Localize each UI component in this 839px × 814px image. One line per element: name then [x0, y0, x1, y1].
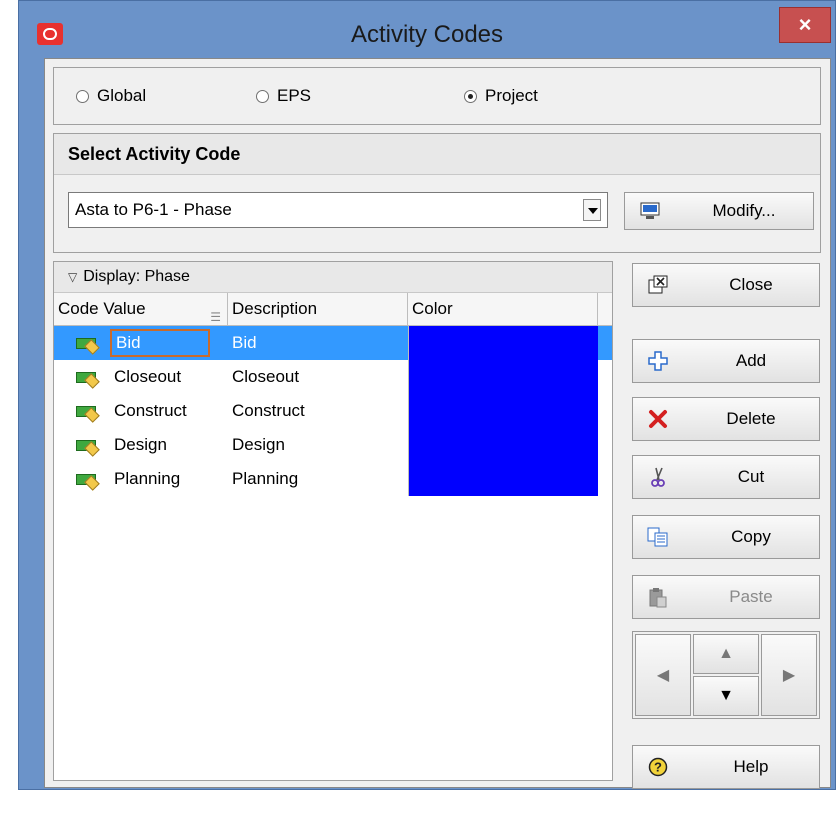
description-cell[interactable]: Bid: [228, 333, 408, 353]
table-row[interactable]: Planning Planning: [54, 462, 612, 496]
code-value-text: Design: [114, 435, 167, 454]
cut-label: Cut: [737, 467, 765, 486]
copy-icon: [647, 526, 669, 548]
title-bar: Activity Codes ×: [19, 1, 835, 48]
chevron-up-icon: ▲: [718, 645, 734, 662]
grid-group-title[interactable]: ▽ Display: Phase: [54, 262, 612, 293]
color-cell[interactable]: [408, 428, 598, 462]
table-row[interactable]: Design Design: [54, 428, 612, 462]
column-header-color[interactable]: Color: [408, 293, 598, 325]
color-cell[interactable]: [408, 360, 598, 394]
help-button[interactable]: ? Help: [632, 745, 820, 789]
paste-button[interactable]: Paste: [632, 575, 820, 619]
paste-icon: [647, 586, 669, 608]
radio-label: EPS: [277, 86, 312, 105]
help-label: Help: [733, 757, 769, 776]
grid-header: Code Value ☰ Description Color: [54, 293, 612, 326]
chevron-down-icon: ▼: [718, 687, 734, 704]
code-tag-icon: [76, 335, 100, 355]
column-header-code-value[interactable]: Code Value ☰: [54, 293, 228, 325]
help-icon: ?: [647, 756, 669, 778]
window-close-button[interactable]: ×: [779, 7, 831, 43]
code-value-cell[interactable]: Design: [54, 428, 228, 462]
code-tag-icon: [76, 437, 100, 457]
sort-icon: ☰: [210, 310, 221, 324]
delete-x-icon: [647, 408, 669, 430]
delete-button[interactable]: Delete: [632, 397, 820, 441]
activity-code-grid: ▽ Display: Phase Code Value ☰ Description…: [53, 261, 613, 781]
radio-project[interactable]: Project: [464, 86, 538, 106]
activity-code-dropdown[interactable]: Asta to P6-1 - Phase: [68, 192, 608, 228]
description-cell[interactable]: Planning: [228, 469, 408, 489]
code-tag-icon: [76, 403, 100, 423]
radio-label: Global: [97, 86, 147, 105]
modify-button[interactable]: Modify...: [624, 192, 814, 230]
modify-icon: [639, 200, 661, 222]
table-row[interactable]: Bid Bid: [54, 326, 612, 360]
close-button[interactable]: Close: [632, 263, 820, 307]
radio-label: Project: [485, 86, 538, 105]
code-value-text[interactable]: Bid: [110, 329, 210, 357]
paste-label: Paste: [729, 587, 773, 606]
radio-global[interactable]: Global: [76, 86, 146, 106]
scope-radio-group: Global EPS Project: [53, 67, 821, 125]
window-title: Activity Codes: [350, 21, 504, 48]
table-row[interactable]: Construct Construct: [54, 394, 612, 428]
code-value-cell[interactable]: Closeout: [54, 360, 228, 394]
move-down-button[interactable]: ▼: [693, 676, 759, 716]
copy-label: Copy: [731, 527, 771, 546]
dialog-body: Global EPS Project Select Activity Code …: [44, 58, 831, 789]
code-value-text: Construct: [114, 401, 187, 420]
add-label: Add: [735, 351, 767, 370]
move-up-button[interactable]: ▲: [693, 634, 759, 674]
radio-icon: [256, 89, 269, 103]
plus-icon: [647, 350, 669, 372]
table-row[interactable]: Closeout Closeout: [54, 360, 612, 394]
code-value-text: Planning: [114, 469, 181, 488]
section-header: Select Activity Code: [54, 134, 820, 175]
color-cell[interactable]: [408, 326, 598, 360]
code-value-cell[interactable]: Planning: [54, 462, 228, 496]
delete-label: Delete: [726, 409, 776, 428]
description-cell[interactable]: Construct: [228, 401, 408, 421]
color-cell[interactable]: [408, 462, 598, 496]
move-right-button[interactable]: ▶: [761, 634, 817, 716]
description-cell[interactable]: Closeout: [228, 367, 408, 387]
code-value-cell[interactable]: Construct: [54, 394, 228, 428]
description-cell[interactable]: Design: [228, 435, 408, 455]
column-header-description[interactable]: Description: [228, 293, 408, 325]
radio-eps[interactable]: EPS: [256, 86, 311, 106]
move-controls: ◀ ▲ ▼ ▶: [632, 631, 820, 719]
close-window-icon: [647, 274, 669, 296]
code-value-cell[interactable]: Bid: [54, 326, 228, 360]
radio-icon: [76, 89, 89, 103]
color-cell[interactable]: [408, 394, 598, 428]
collapse-icon: ▽: [68, 270, 78, 284]
code-tag-icon: [76, 369, 100, 389]
grid-title-text: Display: Phase: [83, 268, 190, 285]
column-label: Code Value: [58, 299, 146, 318]
select-activity-code-section: Select Activity Code Asta to P6-1 - Phas…: [53, 133, 821, 253]
modify-label: Modify...: [712, 201, 776, 220]
move-left-button[interactable]: ◀: [635, 634, 691, 716]
radio-icon-selected: [464, 89, 477, 103]
copy-button[interactable]: Copy: [632, 515, 820, 559]
chevron-down-icon[interactable]: [583, 199, 601, 221]
scissors-icon: [647, 466, 669, 488]
activity-codes-dialog: Activity Codes × Global EPS Project Sele…: [18, 0, 836, 790]
chevron-right-icon: ▶: [782, 667, 796, 684]
add-button[interactable]: Add: [632, 339, 820, 383]
svg-text:?: ?: [654, 760, 662, 775]
code-tag-icon: [76, 471, 100, 491]
cut-button[interactable]: Cut: [632, 455, 820, 499]
code-value-text: Closeout: [114, 367, 182, 386]
close-label: Close: [729, 275, 773, 294]
dropdown-value: Asta to P6-1 - Phase: [75, 200, 232, 219]
chevron-left-icon: ◀: [656, 667, 670, 684]
